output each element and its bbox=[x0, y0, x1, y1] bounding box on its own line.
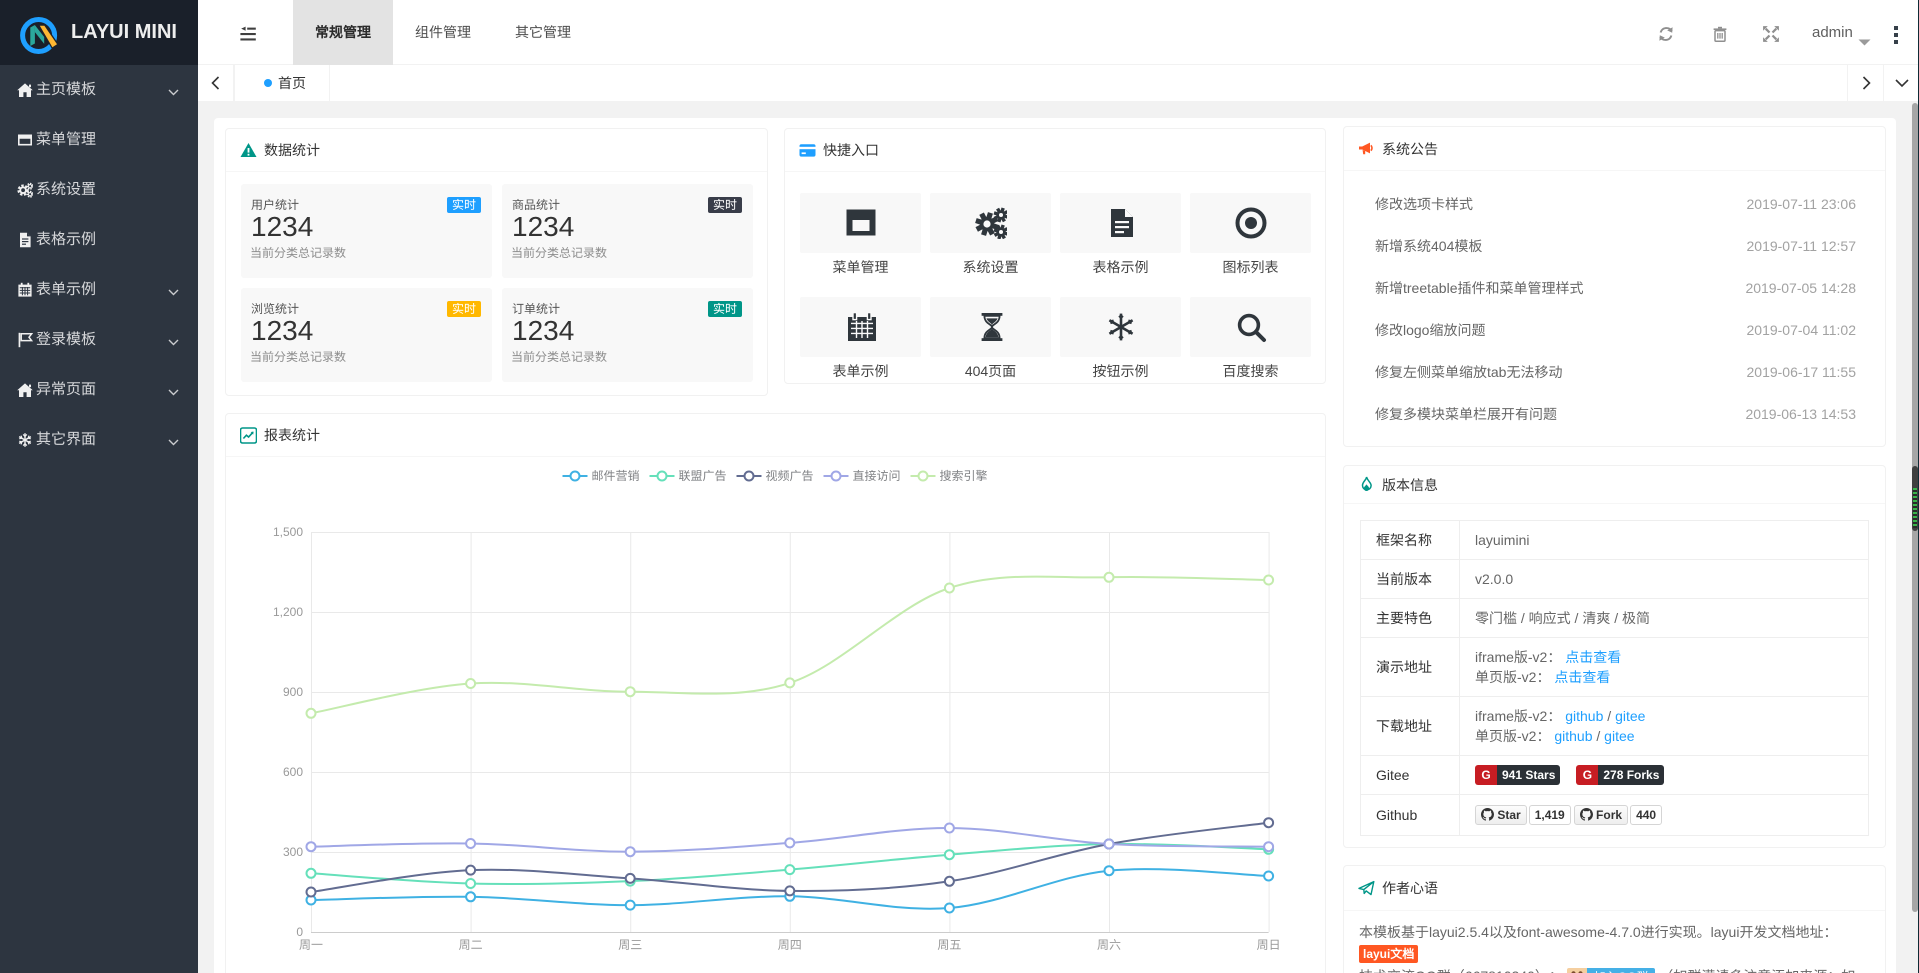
svg-text:1,200: 1,200 bbox=[273, 605, 303, 619]
svg-text:300: 300 bbox=[283, 845, 303, 859]
svg-text:周日: 周日 bbox=[1257, 938, 1281, 952]
svg-text:900: 900 bbox=[283, 685, 303, 699]
svg-text:周一: 周一 bbox=[299, 938, 323, 952]
svg-text:周三: 周三 bbox=[618, 938, 642, 952]
svg-text:1,500: 1,500 bbox=[273, 525, 303, 539]
svg-text:0: 0 bbox=[296, 925, 303, 939]
svg-text:搜索引擎: 搜索引擎 bbox=[940, 469, 988, 483]
svg-text:周六: 周六 bbox=[1097, 938, 1121, 952]
svg-text:邮件营销: 邮件营销 bbox=[592, 469, 640, 483]
svg-text:周二: 周二 bbox=[459, 938, 483, 952]
svg-text:周五: 周五 bbox=[937, 938, 961, 952]
svg-text:600: 600 bbox=[283, 765, 303, 779]
svg-text:联盟广告: 联盟广告 bbox=[679, 469, 727, 483]
svg-text:视频广告: 视频广告 bbox=[766, 469, 814, 483]
svg-text:周四: 周四 bbox=[778, 938, 802, 952]
svg-text:直接访问: 直接访问 bbox=[853, 469, 901, 483]
